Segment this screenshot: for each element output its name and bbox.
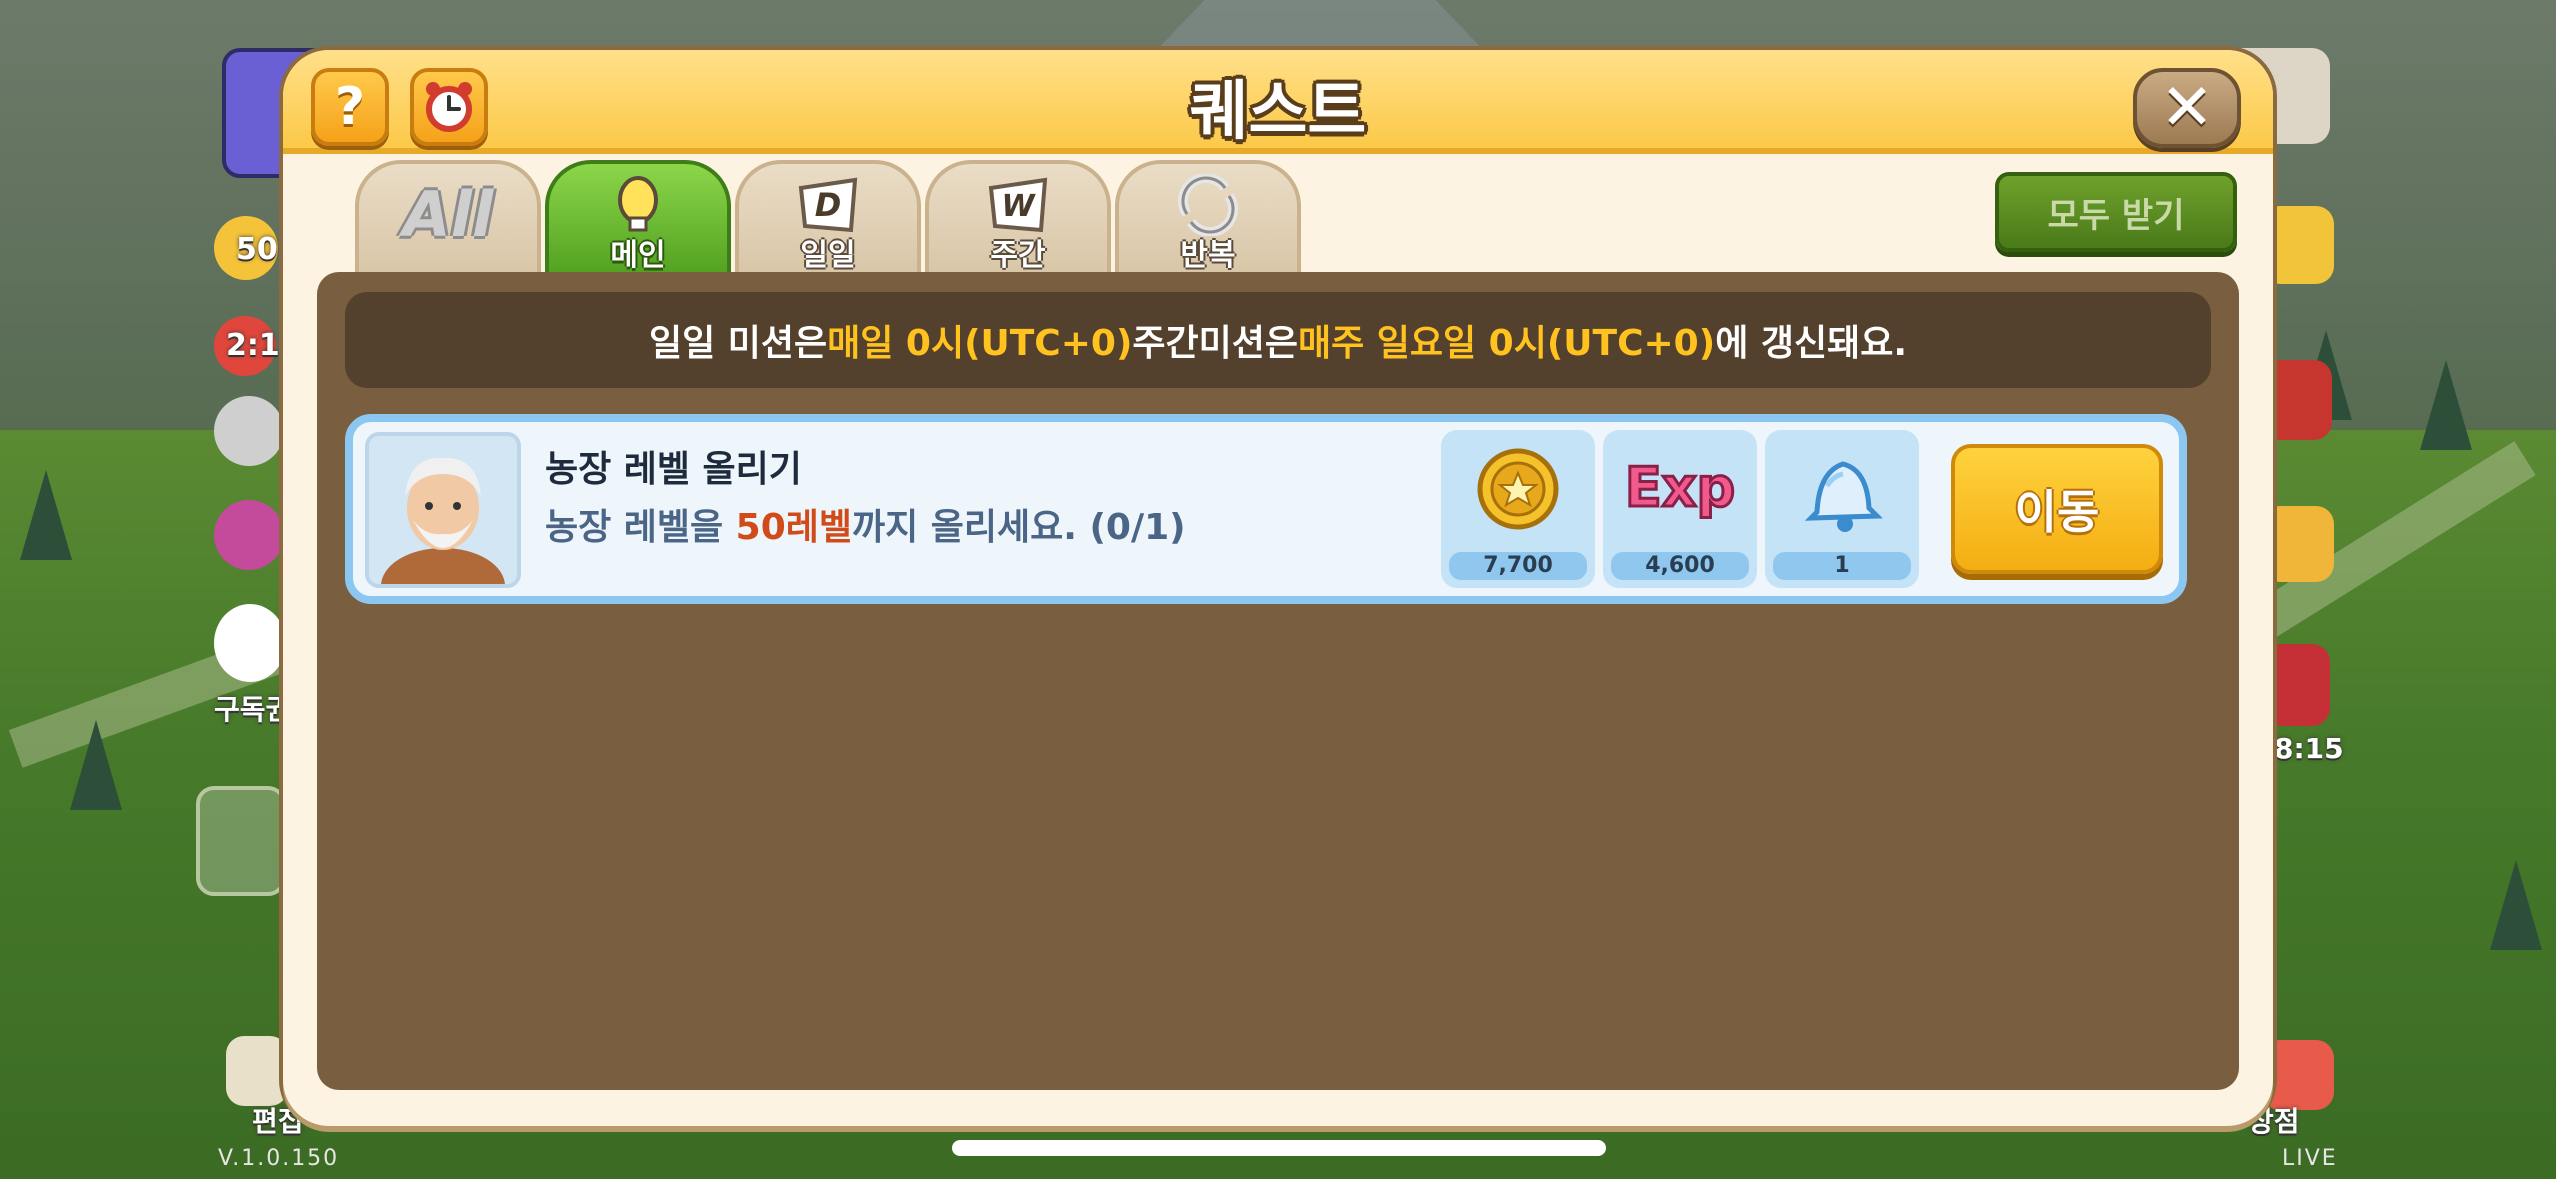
notice-text: 에 갱신돼요. bbox=[1715, 323, 1907, 364]
weekly-w-icon: W bbox=[988, 177, 1048, 233]
tab-repeat[interactable]: 반복 bbox=[1115, 160, 1301, 280]
quest-item: 농장 레벨 올리기 농장 레벨을 50레벨까지 올리세요. (0/1) 7,70… bbox=[345, 414, 2187, 604]
quest-desc-suffix: 까지 올리세요. (0/1) bbox=[852, 507, 1186, 548]
bell-icon bbox=[1804, 461, 1883, 532]
svg-text:Exp: Exp bbox=[1625, 456, 1735, 519]
old-farmer-avatar-icon bbox=[369, 436, 517, 584]
alarm-button[interactable] bbox=[410, 68, 488, 146]
tree bbox=[2490, 860, 2542, 950]
claim-all-button[interactable]: 모두 받기 bbox=[1995, 172, 2237, 252]
buff-icon[interactable] bbox=[214, 500, 284, 570]
reward-exp-amount: 4,600 bbox=[1611, 552, 1749, 580]
quest-desc-target: 50레벨 bbox=[735, 507, 853, 548]
quest-desc-prefix: 농장 레벨을 bbox=[545, 507, 736, 548]
go-button[interactable]: 이동 bbox=[1951, 444, 2163, 574]
tv-icon[interactable] bbox=[214, 604, 286, 682]
notice-text: 주간미션은 bbox=[1132, 323, 1299, 364]
reward-coin-amount: 7,700 bbox=[1449, 552, 1587, 580]
tab-weekly[interactable]: W 주간 bbox=[925, 160, 1111, 280]
tab-all[interactable]: All bbox=[355, 160, 541, 280]
subscription-label: 구독권 bbox=[214, 693, 292, 726]
reward-exp: Exp 4,600 bbox=[1603, 430, 1757, 588]
notice-weekly-reset: 매주 일요일 0시(UTC+0) bbox=[1298, 323, 1716, 364]
ui-toggle-button[interactable] bbox=[196, 786, 286, 896]
tab-weekly-label: 주간 bbox=[990, 238, 1046, 273]
svg-text:W: W bbox=[1001, 189, 1036, 224]
close-button[interactable]: ✕ bbox=[2133, 68, 2241, 148]
gift-timer: 8:15 bbox=[2274, 732, 2344, 765]
reward-coin: 7,700 bbox=[1441, 430, 1595, 588]
exp-icon: Exp bbox=[1625, 455, 1735, 521]
notice-daily-reset: 매일 0시(UTC+0) bbox=[827, 323, 1133, 364]
live-label: LIVE bbox=[2282, 1146, 2338, 1171]
tab-daily-label: 일일 bbox=[800, 238, 856, 273]
help-button[interactable]: ? bbox=[311, 68, 389, 146]
tab-main[interactable]: 메인 bbox=[545, 160, 731, 280]
reward-bell-amount: 1 bbox=[1773, 552, 1911, 580]
sheep-icon[interactable] bbox=[214, 396, 284, 466]
star-level-text: 50 bbox=[236, 232, 278, 267]
notice-text: 일일 미션은 bbox=[648, 323, 828, 364]
dialog-title: 퀘스트 bbox=[1189, 75, 1367, 149]
svg-text:D: D bbox=[815, 186, 842, 224]
tree bbox=[20, 470, 72, 560]
dialog-header: 퀘스트 bbox=[283, 50, 2273, 154]
quest-dialog: 퀘스트 ? ✕ All 메인 D 일일 W 주간 반복 모두 받기 일일 미션은… bbox=[283, 50, 2273, 1126]
npc-portrait bbox=[365, 432, 521, 588]
tab-main-label: 메인 bbox=[610, 238, 666, 273]
tab-all-label: All bbox=[402, 178, 494, 251]
reset-notice: 일일 미션은 매일 0시(UTC+0) 주간미션은 매주 일요일 0시(UTC+… bbox=[345, 292, 2211, 388]
tree bbox=[70, 720, 122, 810]
quest-description: 농장 레벨을 50레벨까지 올리세요. (0/1) bbox=[545, 498, 1186, 550]
edit-icon[interactable] bbox=[226, 1036, 288, 1106]
daily-d-icon: D bbox=[798, 177, 858, 233]
home-indicator[interactable] bbox=[952, 1140, 1606, 1156]
reward-bell: 1 bbox=[1765, 430, 1919, 588]
alarm-clock-icon bbox=[426, 82, 472, 132]
tree bbox=[2420, 360, 2472, 450]
quest-list-panel: 일일 미션은 매일 0시(UTC+0) 주간미션은 매주 일요일 0시(UTC+… bbox=[317, 272, 2239, 1090]
version-text: V.1.0.150 bbox=[218, 1146, 340, 1171]
coin-icon bbox=[1477, 448, 1559, 530]
quest-title: 농장 레벨 올리기 bbox=[545, 449, 802, 490]
repeat-icon bbox=[1178, 174, 1238, 236]
tab-repeat-label: 반복 bbox=[1180, 238, 1236, 273]
tab-daily[interactable]: D 일일 bbox=[735, 160, 921, 280]
